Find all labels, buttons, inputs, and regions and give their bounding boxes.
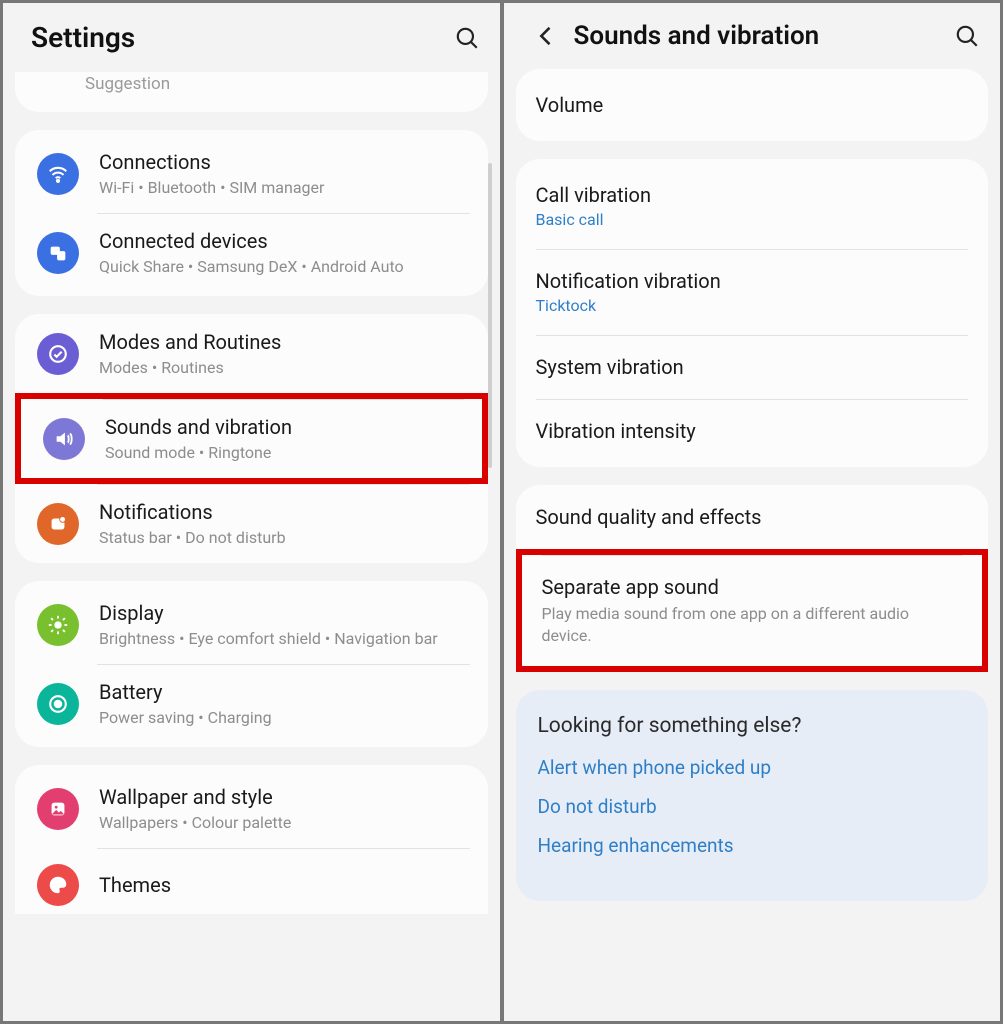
row-title: Notifications <box>99 500 466 525</box>
battery-icon <box>37 683 79 725</box>
row-description: Play media sound from one app on a diffe… <box>542 603 963 646</box>
sounds-row-vibration-intensity[interactable]: Vibration intensity <box>516 399 989 463</box>
row-title: Display <box>99 601 466 626</box>
lookup-link-hearing[interactable]: Hearing enhancements <box>538 834 967 857</box>
suggestion-label: Suggestion <box>15 74 488 94</box>
notification-icon <box>37 503 79 545</box>
row-title: Wallpaper and style <box>99 785 466 810</box>
sounds-group: Sound quality and effects Separate app s… <box>516 485 989 672</box>
row-subtitle: Power saving • Charging <box>99 708 466 727</box>
row-title: Modes and Routines <box>99 330 466 355</box>
looking-for-card: Looking for something else? Alert when p… <box>516 690 989 901</box>
row-title: Connections <box>99 150 466 175</box>
speaker-icon <box>43 418 85 460</box>
sounds-panel: Sounds and vibration Volume Call vibrati… <box>502 3 1001 1021</box>
row-title: Notification vibration <box>536 269 969 293</box>
row-subtitle: Brightness • Eye comfort shield • Naviga… <box>99 629 466 648</box>
lookup-link-alert[interactable]: Alert when phone picked up <box>538 756 967 779</box>
check-icon <box>37 333 79 375</box>
row-title: Sound quality and effects <box>536 505 969 529</box>
settings-row-display[interactable]: Display Brightness • Eye comfort shield … <box>15 585 488 664</box>
scrollbar[interactable] <box>488 163 492 468</box>
settings-row-connections[interactable]: Connections Wi-Fi • Bluetooth • SIM mana… <box>15 134 488 213</box>
row-subtitle: Modes • Routines <box>99 358 466 377</box>
lookup-title: Looking for something else? <box>538 714 967 738</box>
row-title: Themes <box>99 873 466 898</box>
row-title: Volume <box>536 93 969 117</box>
row-subtitle: Quick Share • Samsung DeX • Android Auto <box>99 257 466 276</box>
page-title: Sounds and vibration <box>574 21 955 51</box>
search-icon[interactable] <box>454 25 480 51</box>
row-subtitle: Wallpapers • Colour palette <box>99 813 466 832</box>
row-title: Sounds and vibration <box>105 415 460 440</box>
settings-panel: Settings Suggestion Connections Wi-Fi • … <box>3 3 502 1021</box>
sounds-row-system-vibration[interactable]: System vibration <box>516 335 989 399</box>
sounds-row-volume[interactable]: Volume <box>516 73 989 137</box>
settings-row-themes[interactable]: Themes <box>15 848 488 910</box>
settings-group: Display Brightness • Eye comfort shield … <box>15 581 488 747</box>
row-subtitle: Basic call <box>536 210 969 229</box>
settings-group: Connections Wi-Fi • Bluetooth • SIM mana… <box>15 130 488 296</box>
settings-header: Settings <box>3 3 500 72</box>
row-subtitle: Wi-Fi • Bluetooth • SIM manager <box>99 178 466 197</box>
row-title: System vibration <box>536 355 969 379</box>
sounds-group: Volume <box>516 69 989 141</box>
row-title: Call vibration <box>536 183 969 207</box>
settings-row-modes-routines[interactable]: Modes and Routines Modes • Routines <box>15 314 488 393</box>
row-subtitle: Ticktock <box>536 296 969 315</box>
settings-group: Wallpaper and style Wallpapers • Colour … <box>15 765 488 914</box>
settings-row-connected-devices[interactable]: Connected devices Quick Share • Samsung … <box>15 213 488 292</box>
sounds-header: Sounds and vibration <box>504 3 1001 69</box>
settings-row-notifications[interactable]: Notifications Status bar • Do not distur… <box>15 484 488 563</box>
row-title: Vibration intensity <box>536 419 969 443</box>
themes-icon <box>37 864 79 906</box>
suggestion-card: Suggestion <box>15 72 488 112</box>
settings-group: Modes and Routines Modes • Routines Soun… <box>15 314 488 563</box>
settings-row-sounds-vibration[interactable]: Sounds and vibration Sound mode • Ringto… <box>15 393 488 484</box>
row-subtitle: Status bar • Do not disturb <box>99 528 466 547</box>
row-subtitle: Sound mode • Ringtone <box>105 443 460 462</box>
search-icon[interactable] <box>954 23 980 49</box>
row-title: Separate app sound <box>542 575 963 599</box>
sounds-row-call-vibration[interactable]: Call vibration Basic call <box>516 163 989 249</box>
row-title: Connected devices <box>99 229 466 254</box>
lookup-link-dnd[interactable]: Do not disturb <box>538 795 967 818</box>
sounds-row-separate-app-sound[interactable]: Separate app sound Play media sound from… <box>516 549 989 672</box>
brightness-icon <box>37 604 79 646</box>
devices-icon <box>37 232 79 274</box>
sounds-group: Call vibration Basic call Notification v… <box>516 159 989 467</box>
settings-row-battery[interactable]: Battery Power saving • Charging <box>15 664 488 743</box>
back-icon[interactable] <box>532 22 560 50</box>
sounds-row-notification-vibration[interactable]: Notification vibration Ticktock <box>516 249 989 335</box>
settings-row-wallpaper[interactable]: Wallpaper and style Wallpapers • Colour … <box>15 769 488 848</box>
sounds-row-sound-quality[interactable]: Sound quality and effects <box>516 485 989 549</box>
wallpaper-icon <box>37 788 79 830</box>
row-title: Battery <box>99 680 466 705</box>
wifi-icon <box>37 153 79 195</box>
page-title: Settings <box>31 21 454 54</box>
